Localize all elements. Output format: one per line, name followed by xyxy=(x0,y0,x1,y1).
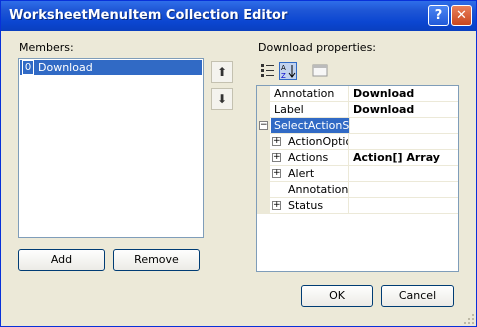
property-value[interactable] xyxy=(350,182,461,197)
cancel-button[interactable]: Cancel xyxy=(381,285,454,307)
property-name[interactable]: Status xyxy=(271,198,349,213)
svg-text:A: A xyxy=(281,64,286,72)
alphabetical-view-icon[interactable]: A Z xyxy=(279,62,297,80)
expand-icon[interactable]: + xyxy=(272,153,281,162)
row-gutter xyxy=(257,198,270,213)
row-gutter xyxy=(257,102,270,117)
members-list[interactable]: 0 Download xyxy=(18,58,204,238)
row-gutter xyxy=(257,134,270,149)
property-pages-glyph xyxy=(312,64,328,77)
property-row[interactable]: Annotation xyxy=(257,182,458,198)
property-row[interactable]: ActionOptior+ xyxy=(257,134,458,150)
add-button[interactable]: Add xyxy=(18,249,105,271)
property-value[interactable] xyxy=(350,198,461,213)
arrow-down-icon: ⬇ xyxy=(216,92,228,106)
members-label: Members: xyxy=(19,41,74,54)
property-grid[interactable]: Annotation Download Label Download SelectAct… xyxy=(256,85,459,272)
arrow-up-icon: ⬆ xyxy=(216,65,228,79)
property-value[interactable] xyxy=(350,166,461,181)
remove-button[interactable]: Remove xyxy=(113,249,200,271)
row-gutter xyxy=(257,182,270,197)
row-gutter xyxy=(257,166,270,181)
property-value[interactable] xyxy=(350,134,461,149)
move-down-button[interactable]: ⬇ xyxy=(211,88,233,110)
list-item-name: Download xyxy=(38,61,93,74)
property-name[interactable]: ActionOptior xyxy=(271,134,349,149)
properties-label: Download properties: xyxy=(258,41,377,54)
list-item-index: 0 xyxy=(22,60,34,75)
resize-grip-icon[interactable] xyxy=(463,313,475,325)
property-value[interactable]: Action[] Array xyxy=(350,150,461,165)
collapse-icon[interactable]: − xyxy=(259,121,268,130)
property-value[interactable]: Download xyxy=(350,102,461,117)
list-item[interactable]: 0 Download xyxy=(20,60,202,75)
property-name[interactable]: Annotation xyxy=(271,182,349,197)
property-value[interactable] xyxy=(350,118,461,133)
property-name[interactable]: Annotation xyxy=(271,86,349,101)
collection-editor-dialog: WorksheetMenuItem Collection Editor ? ✕ … xyxy=(0,0,477,327)
property-name[interactable]: Alert xyxy=(271,166,349,181)
move-up-button[interactable]: ⬆ xyxy=(211,61,233,83)
property-pages-icon[interactable] xyxy=(311,62,329,80)
svg-text:Z: Z xyxy=(281,72,286,79)
expand-icon[interactable]: + xyxy=(272,169,281,178)
row-gutter xyxy=(257,150,270,165)
help-button[interactable]: ? xyxy=(428,5,449,26)
close-button[interactable]: ✕ xyxy=(451,5,472,26)
property-row[interactable]: Annotation Download xyxy=(257,86,458,102)
categorized-glyph xyxy=(261,64,274,77)
property-row[interactable]: SelectActionSe − xyxy=(257,118,458,134)
property-name[interactable]: SelectActionSe xyxy=(271,118,350,133)
property-row[interactable]: Label Download xyxy=(257,102,458,118)
property-row[interactable]: Status + xyxy=(257,198,458,214)
property-row[interactable]: Actions Action[] Array + xyxy=(257,150,458,166)
expand-icon[interactable]: + xyxy=(272,201,281,210)
row-gutter xyxy=(257,86,270,101)
property-value[interactable]: Download xyxy=(350,86,461,101)
property-name[interactable]: Actions xyxy=(271,150,349,165)
property-row[interactable]: Alert + xyxy=(257,166,458,182)
ok-button[interactable]: OK xyxy=(301,285,373,307)
title-bar[interactable]: WorksheetMenuItem Collection Editor ? ✕ xyxy=(1,1,476,31)
alphabetical-glyph: A Z xyxy=(281,64,296,80)
expand-icon[interactable]: + xyxy=(272,137,281,146)
property-name[interactable]: Label xyxy=(271,102,349,117)
categorized-view-icon[interactable] xyxy=(259,62,277,80)
window-title: WorksheetMenuItem Collection Editor xyxy=(9,8,288,23)
